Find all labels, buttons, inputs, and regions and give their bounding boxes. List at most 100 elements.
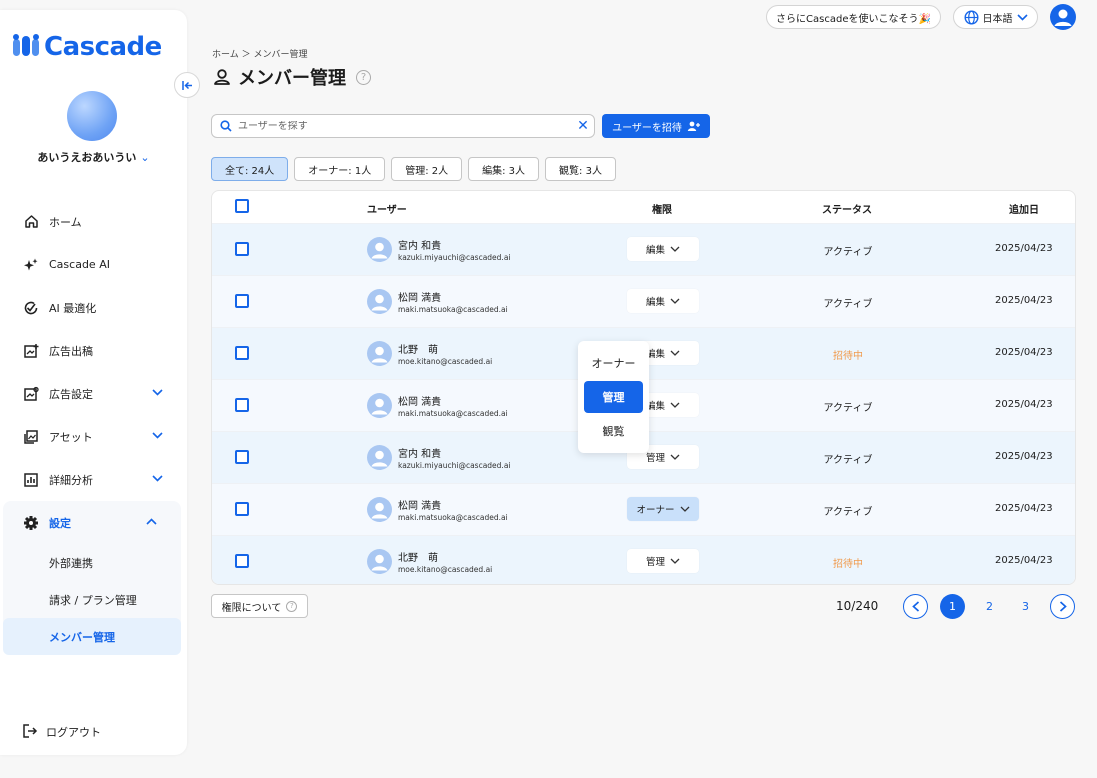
brand-name: Cascade bbox=[44, 32, 162, 62]
page-button-3[interactable]: 3 bbox=[1013, 594, 1038, 619]
sidebar-subitem-billing[interactable]: 請求 / プラン管理 bbox=[3, 581, 181, 618]
sidebar-item-assets[interactable]: アセット bbox=[0, 415, 187, 458]
account-button[interactable] bbox=[1050, 4, 1076, 30]
user-circle-icon bbox=[1054, 9, 1072, 26]
sidebar-item-ad-settings[interactable]: 広告設定 bbox=[0, 372, 187, 415]
collapse-sidebar-button[interactable] bbox=[174, 72, 200, 98]
member-email: moe.kitano@cascaded.ai bbox=[398, 357, 493, 366]
member-name: 北野 萌 bbox=[398, 553, 438, 564]
role-select[interactable]: 編集 bbox=[627, 237, 699, 261]
search-icon bbox=[220, 120, 232, 132]
gear-icon bbox=[22, 514, 40, 532]
language-selector[interactable]: 日本語 bbox=[953, 5, 1038, 29]
sidebar-item-cascade-ai[interactable]: Cascade AI bbox=[0, 243, 187, 286]
filter-viewer[interactable]: 観覧: 3人 bbox=[545, 157, 616, 181]
collapse-left-icon bbox=[181, 80, 192, 90]
table-row: 北野 萌 moe.kitano@cascaded.ai 管理 招待中 2025/04/2… bbox=[212, 535, 1075, 584]
member-status: 招待中 bbox=[833, 559, 863, 570]
row-checkbox[interactable] bbox=[235, 502, 249, 516]
role-value: オーナー bbox=[636, 505, 675, 516]
row-checkbox[interactable] bbox=[235, 398, 249, 412]
logout-label: ログアウト bbox=[46, 726, 101, 739]
chevron-down-icon bbox=[670, 558, 680, 564]
sidebar-subitem-integrations[interactable]: 外部連携 bbox=[3, 544, 181, 581]
filter-editor[interactable]: 編集: 3人 bbox=[468, 157, 540, 181]
column-added-date[interactable]: 追加日 bbox=[1009, 201, 1039, 216]
sidebar-item-settings[interactable]: 設定 bbox=[3, 501, 181, 544]
chevron-down-icon: ⌄ bbox=[140, 151, 150, 164]
row-checkbox[interactable] bbox=[235, 294, 249, 308]
role-value: 管理 bbox=[645, 557, 665, 568]
member-name: 北野 萌 bbox=[398, 345, 438, 356]
role-option-admin[interactable]: 管理 bbox=[584, 381, 643, 413]
sparkle-icon bbox=[22, 256, 40, 274]
filter-all[interactable]: 全て: 24人 bbox=[211, 157, 289, 181]
sidebar-item-analytics[interactable]: 詳細分析 bbox=[0, 458, 187, 501]
filter-admin[interactable]: 管理: 2人 bbox=[391, 157, 463, 181]
role-select[interactable]: 管理 bbox=[627, 549, 699, 573]
user-avatar[interactable] bbox=[67, 91, 117, 141]
sidebar-item-label: ホーム bbox=[49, 215, 82, 229]
promo-button[interactable]: さらにCascadeを使いこなそう🎉 bbox=[766, 5, 941, 29]
chevron-down-icon bbox=[670, 298, 680, 304]
filter-owner[interactable]: オーナー: 1人 bbox=[294, 157, 386, 181]
page-button-1[interactable]: 1 bbox=[940, 594, 965, 619]
next-page-button[interactable] bbox=[1050, 594, 1075, 619]
sidebar-subitem-members[interactable]: メンバー管理 bbox=[3, 618, 181, 655]
logout-button[interactable]: ログアウト bbox=[22, 723, 101, 741]
column-user[interactable]: ユーザー bbox=[367, 201, 407, 216]
prev-page-button[interactable] bbox=[903, 594, 928, 619]
sidebar-item-label: 詳細分析 bbox=[49, 473, 93, 487]
logout-icon bbox=[22, 723, 40, 741]
member-avatar bbox=[367, 393, 392, 418]
role-option-owner[interactable]: オーナー bbox=[584, 349, 643, 377]
permissions-info-button[interactable]: 権限について ? bbox=[211, 594, 308, 618]
column-role[interactable]: 権限 bbox=[652, 201, 672, 216]
permissions-info-label: 権限について bbox=[221, 602, 282, 614]
chevron-right-icon bbox=[1059, 601, 1067, 612]
row-checkbox[interactable] bbox=[235, 242, 249, 256]
role-select[interactable]: オーナー bbox=[627, 497, 699, 521]
chevron-up-icon bbox=[146, 514, 157, 528]
breadcrumb: ホーム ＞ メンバー管理 bbox=[212, 50, 308, 60]
member-avatar bbox=[367, 289, 392, 314]
page-title-row: メンバー管理 ? bbox=[212, 64, 371, 90]
role-option-viewer[interactable]: 観覧 bbox=[584, 417, 643, 445]
member-email: maki.matsuoka@cascaded.ai bbox=[398, 409, 508, 418]
ai-optimize-icon bbox=[22, 299, 40, 317]
invite-user-button[interactable]: ユーザーを招待 bbox=[602, 114, 710, 138]
cascade-logo[interactable]: Cascade bbox=[12, 32, 162, 62]
search-input[interactable] bbox=[238, 120, 572, 132]
member-avatar bbox=[367, 237, 392, 262]
member-name: 松岡 満貴 bbox=[398, 397, 442, 408]
member-email: maki.matsuoka@cascaded.ai bbox=[398, 513, 508, 522]
role-select[interactable]: 編集 bbox=[627, 289, 699, 313]
member-status: アクティブ bbox=[823, 455, 873, 466]
help-icon: ? bbox=[286, 600, 298, 612]
sidebar-item-home[interactable]: ホーム bbox=[0, 200, 187, 243]
chevron-down-icon bbox=[152, 385, 163, 399]
member-status: 招待中 bbox=[833, 351, 863, 362]
select-all-checkbox[interactable] bbox=[235, 199, 249, 213]
sidebar-item-ai-optimize[interactable]: AI 最適化 bbox=[0, 286, 187, 329]
globe-icon bbox=[963, 9, 979, 25]
help-icon[interactable]: ? bbox=[356, 69, 371, 85]
table-header: ユーザー 権限 ステータス 追加日 bbox=[212, 191, 1075, 223]
row-checkbox[interactable] bbox=[235, 554, 249, 568]
row-checkbox[interactable] bbox=[235, 346, 249, 360]
member-avatar bbox=[367, 497, 392, 522]
user-switcher[interactable]: あいうえおあいうい ⌄ bbox=[0, 149, 187, 165]
clear-search-icon[interactable]: ✕ bbox=[572, 118, 594, 134]
row-checkbox[interactable] bbox=[235, 450, 249, 464]
page-button-2[interactable]: 2 bbox=[977, 594, 1002, 619]
chevron-down-icon bbox=[1016, 13, 1028, 21]
user-avatar-icon bbox=[371, 502, 388, 519]
sidebar-group-settings: 設定 外部連携 請求 / プラン管理 メンバー管理 bbox=[3, 501, 181, 655]
user-icon bbox=[212, 67, 232, 87]
user-avatar-icon bbox=[371, 450, 388, 467]
sidebar-item-ad-publish[interactable]: 広告出稿 bbox=[0, 329, 187, 372]
role-filter-bar: 全て: 24人 オーナー: 1人 管理: 2人 編集: 3人 観覧: 3人 bbox=[211, 157, 616, 181]
column-status[interactable]: ステータス bbox=[822, 201, 872, 216]
chevron-down-icon bbox=[670, 246, 680, 252]
member-email: kazuki.miyauchi@cascaded.ai bbox=[398, 253, 511, 262]
